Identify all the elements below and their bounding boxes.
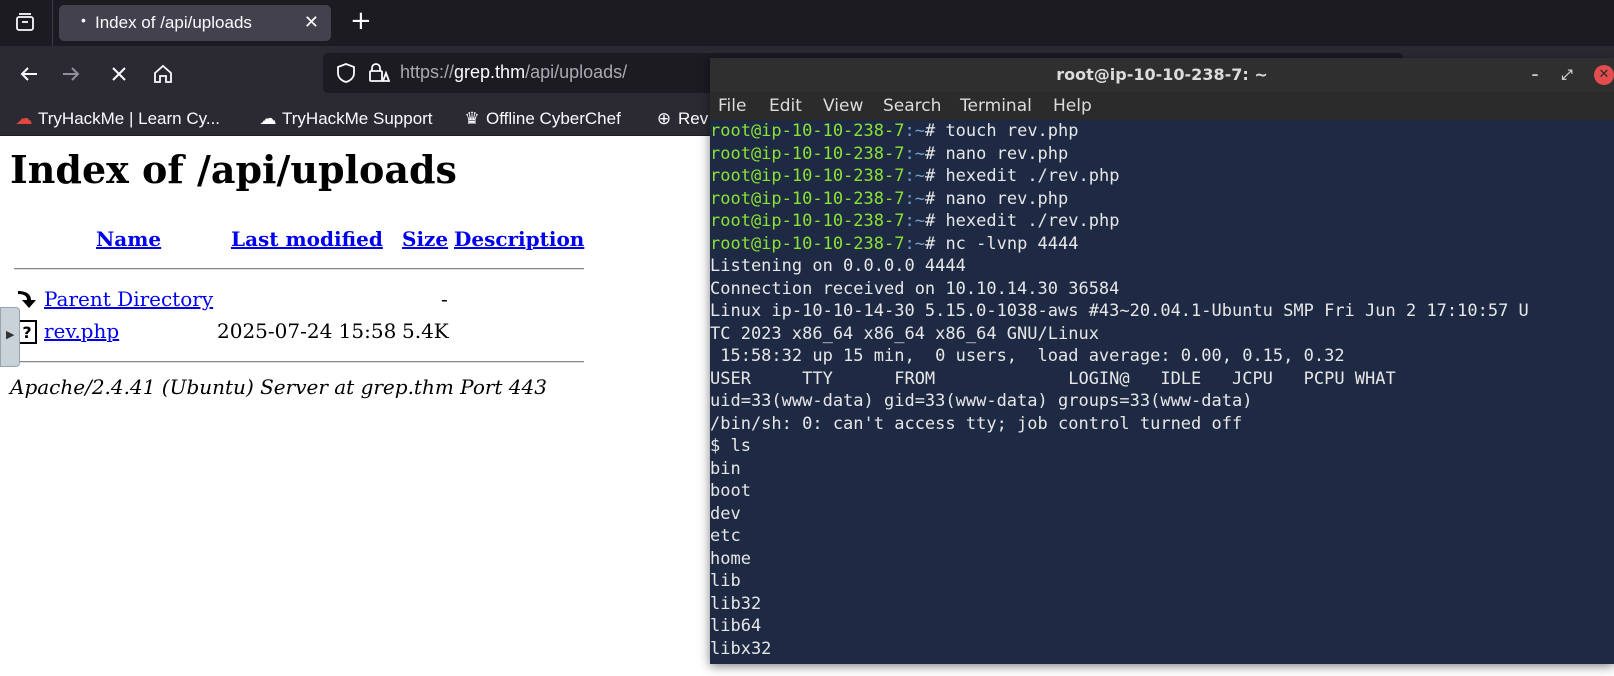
terminal-output-line: dev	[710, 503, 741, 524]
terminal-output-line: 15:58:32 up 15 min, 0 users, load averag…	[710, 346, 1345, 366]
expand-arrow-icon: ▶	[6, 328, 15, 341]
tab-overview-icon[interactable]	[14, 11, 36, 33]
terminal-output-line: USER TTY FROM LOGIN@ IDLE JCPU PCPU WHAT	[710, 368, 1396, 389]
bookmark-offline-cyberchef[interactable]: ♛ Offline CyberChef	[462, 109, 620, 129]
parent-directory-link[interactable]: Parent Directory	[44, 287, 213, 311]
menu-view[interactable]: View	[823, 96, 863, 116]
terminal-output-line: lib64	[710, 616, 762, 636]
home-icon[interactable]	[148, 59, 178, 89]
minimize-icon[interactable]: –	[1524, 64, 1546, 86]
menu-file[interactable]: File	[718, 96, 746, 116]
menu-terminal[interactable]: Terminal	[960, 96, 1032, 116]
bookmark-tryhackme-support[interactable]: ☁ TryHackMe Support	[258, 109, 433, 129]
tab-separator	[52, 0, 53, 46]
terminal-command-line: root@ip-10-10-238-7:~# nano rev.php	[710, 143, 1069, 164]
bookmark-tryhackme[interactable]: ☁ TryHackMe | Learn Cy...	[14, 109, 221, 129]
terminal-output-line: libx32	[710, 638, 772, 659]
maximize-icon[interactable]: ⤢	[1556, 64, 1578, 86]
sort-by-name-link[interactable]: Name	[96, 227, 161, 251]
browser-tab[interactable]: • Index of /api/uploads ✕	[59, 5, 331, 41]
menu-help[interactable]: Help	[1053, 96, 1092, 116]
tab-loading-dot-icon: •	[81, 12, 86, 28]
terminal-command-line: root@ip-10-10-238-7:~# nano rev.php	[710, 188, 1069, 209]
terminal-command-line: root@ip-10-10-238-7:~# touch rev.php	[710, 121, 1079, 141]
tracking-shield-icon[interactable]	[335, 62, 357, 84]
terminal-output-line: bin	[710, 458, 741, 479]
terminal-output-line: Connection received on 10.10.14.30 36584	[710, 278, 1120, 299]
terminal-output-line: etc	[710, 526, 741, 546]
server-signature: Apache/2.4.41 (Ubuntu) Server at grep.th…	[10, 375, 547, 399]
terminal-command-line: root@ip-10-10-238-7:~# nc -lvnp 4444	[710, 233, 1079, 254]
menu-search[interactable]: Search	[883, 96, 941, 116]
globe-icon: ⊕	[656, 109, 672, 128]
terminal-output-line: boot	[710, 481, 751, 501]
svg-text:?: ?	[22, 323, 31, 342]
lock-warning-icon[interactable]	[367, 62, 391, 84]
terminal-command-line: root@ip-10-10-238-7:~# hexedit ./rev.php	[710, 166, 1120, 186]
terminal-window: root@ip-10-10-238-7: ~ – ⤢ ✕ File Edit V…	[710, 58, 1614, 664]
terminal-titlebar[interactable]: root@ip-10-10-238-7: ~ – ⤢ ✕	[710, 58, 1614, 92]
terminal-command-line: root@ip-10-10-238-7:~# hexedit ./rev.php	[710, 211, 1120, 231]
terminal-output-line: TC 2023 x86_64 x86_64 x86_64 GNU/Linux	[710, 323, 1099, 344]
sort-by-modified-link[interactable]: Last modified	[231, 227, 383, 251]
file-link-rev-php[interactable]: rev.php	[44, 319, 119, 343]
sort-by-description-link[interactable]: Description	[454, 227, 584, 251]
close-window-icon[interactable]: ✕	[1594, 65, 1614, 85]
cloud-icon: ☁	[259, 109, 277, 128]
terminal-output-line: /bin/sh: 0: can't access tty; job contro…	[710, 413, 1243, 434]
terminal-output-line: $ ls	[710, 436, 751, 456]
terminal-output[interactable]: root@ip-10-10-238-7:~# touch rev.php roo…	[710, 120, 1614, 664]
chef-icon: ♛	[464, 109, 480, 128]
tab-close-icon[interactable]: ✕	[304, 12, 319, 33]
terminal-output-line: Listening on 0.0.0.0 4444	[710, 256, 966, 276]
url-text[interactable]: https://grep.thm/api/uploads/	[400, 62, 627, 83]
terminal-output-line: uid=33(www-data) gid=33(www-data) groups…	[710, 391, 1253, 411]
new-tab-icon[interactable]: +	[350, 8, 372, 34]
tab-title: Index of /api/uploads	[95, 13, 252, 32]
divider	[14, 361, 584, 363]
tryhackme-icon: ☁	[15, 109, 33, 128]
sidebar-handle[interactable]: ▶	[0, 307, 20, 367]
terminal-output-line: home	[710, 548, 751, 569]
file-size: 5.4K	[402, 319, 449, 343]
terminal-output-line: Linux ip-10-10-14-30 5.15.0-1038-aws #43…	[710, 301, 1529, 321]
bookmark-rev[interactable]: ⊕ Rev	[654, 109, 708, 129]
back-arrow-icon[interactable]	[14, 59, 44, 89]
menu-edit[interactable]: Edit	[769, 96, 802, 116]
stop-loading-icon[interactable]	[104, 59, 134, 89]
divider	[14, 268, 584, 270]
terminal-menubar: File Edit View Search Terminal Help	[710, 92, 1614, 120]
sort-by-size-link[interactable]: Size	[402, 227, 448, 251]
file-modified: 2025-07-24 15:58	[217, 319, 397, 343]
forward-arrow-icon[interactable]	[56, 59, 86, 89]
terminal-output-line: lib	[710, 571, 741, 591]
parent-size: -	[441, 287, 448, 311]
page-title: Index of /api/uploads	[10, 147, 457, 192]
tab-bar: • Index of /api/uploads ✕ +	[0, 0, 1614, 46]
terminal-title: root@ip-10-10-238-7: ~	[1056, 65, 1268, 84]
terminal-output-line: lib32	[710, 593, 762, 614]
